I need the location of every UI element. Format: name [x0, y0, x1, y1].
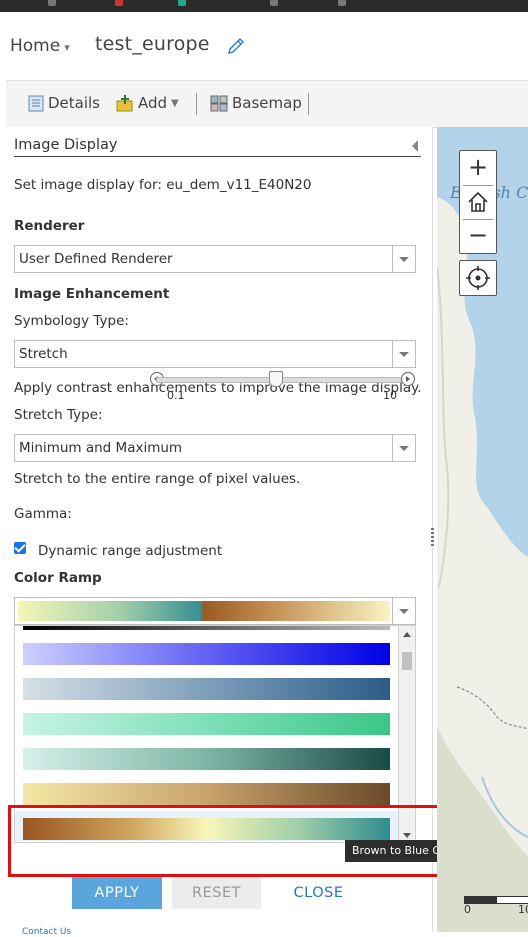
dropdown-arrow-icon: [392, 598, 415, 624]
set-display-for-text: Set image display for: eu_dem_v11_E40N20: [14, 177, 312, 193]
color-ramp-select[interactable]: [14, 597, 416, 625]
home-extent-button[interactable]: [460, 185, 496, 219]
dropdown-arrow-icon: [392, 246, 415, 272]
locate-icon: [466, 266, 490, 290]
toolbar-divider: [308, 93, 309, 115]
dropdown-arrow-icon: [392, 341, 415, 367]
stretch-type-value: Minimum and Maximum: [19, 440, 183, 456]
app-header: [0, 12, 528, 80]
add-label: Add: [138, 94, 168, 112]
image-enhancement-heading: Image Enhancement: [14, 286, 170, 302]
os-icon: [178, 0, 186, 6]
add-button[interactable]: Add ▼: [116, 94, 179, 112]
ramp-option[interactable]: [23, 626, 390, 630]
home-label: Home: [10, 36, 61, 56]
scroll-thumb[interactable]: [402, 652, 412, 670]
gamma-label: Gamma:: [14, 506, 72, 522]
os-icon: [115, 0, 123, 6]
renderer-value: User Defined Renderer: [19, 251, 173, 267]
details-icon: [28, 95, 44, 111]
os-title-bar: [0, 0, 528, 12]
os-icon: [338, 0, 346, 6]
symbology-type-label: Symbology Type:: [14, 313, 129, 329]
selected-ramp-swatch: [18, 601, 390, 621]
basemap-button[interactable]: Basemap: [210, 94, 302, 112]
stretch-type-label: Stretch Type:: [14, 407, 103, 423]
symbology-value: Stretch: [19, 346, 68, 362]
reset-button[interactable]: RESET: [172, 877, 261, 909]
add-layer-icon: [116, 94, 133, 111]
ramp-option[interactable]: [23, 713, 390, 735]
basemap-label: Basemap: [232, 94, 302, 112]
map-title: test_europe: [95, 33, 210, 55]
chevron-down-icon: ▼: [171, 97, 179, 109]
home-menu[interactable]: Home ▾: [10, 36, 70, 56]
panel-title: Image Display: [14, 137, 118, 153]
renderer-heading: Renderer: [14, 218, 85, 234]
os-icon: [270, 0, 278, 6]
details-label: Details: [48, 94, 101, 112]
dropdown-arrow-icon: [392, 435, 415, 461]
ramp-option[interactable]: [23, 748, 390, 770]
os-icon: [48, 0, 56, 6]
gamma-min-label: 0.1: [167, 389, 185, 402]
stretch-type-select[interactable]: Minimum and Maximum: [14, 434, 416, 462]
stretch-description: Stretch to the entire range of pixel val…: [14, 471, 301, 487]
home-icon: [468, 191, 488, 212]
ramp-option[interactable]: [23, 643, 390, 665]
gamma-max-label: 10: [383, 389, 397, 402]
contact-us-link[interactable]: Contact Us: [22, 927, 71, 937]
details-button[interactable]: Details: [28, 94, 100, 112]
scroll-up-icon[interactable]: [403, 632, 411, 637]
dynamic-range-label: Dynamic range adjustment: [38, 543, 223, 559]
zoom-control: + −: [459, 150, 497, 254]
color-ramp-heading: Color Ramp: [14, 570, 102, 586]
gamma-slider-thumb[interactable]: [269, 371, 283, 387]
edit-pencil-icon[interactable]: [226, 36, 246, 56]
symbology-type-select[interactable]: Stretch: [14, 340, 416, 368]
panel-resize-handle[interactable]: [431, 528, 434, 546]
renderer-select[interactable]: User Defined Renderer: [14, 245, 416, 273]
locate-button[interactable]: [459, 260, 497, 296]
map-toolbar: Details Add ▼ Basemap: [6, 80, 528, 128]
gamma-increase-icon[interactable]: [401, 372, 415, 386]
ramp-option[interactable]: [23, 678, 390, 700]
collapse-panel-icon[interactable]: [412, 140, 418, 152]
scale-start-label: 0: [464, 903, 471, 916]
apply-button[interactable]: APPLY: [72, 877, 162, 909]
ramp-option[interactable]: [23, 783, 390, 805]
zoom-out-button[interactable]: −: [460, 219, 496, 253]
scale-end-label: 10: [518, 903, 528, 916]
toolbar-divider: [196, 93, 197, 115]
title-divider: [14, 156, 421, 157]
chevron-down-icon: ▾: [64, 40, 70, 54]
close-button[interactable]: CLOSE: [276, 877, 361, 909]
basemap-icon: [210, 95, 228, 111]
zoom-in-button[interactable]: +: [460, 151, 496, 185]
dynamic-range-checkbox[interactable]: [14, 542, 26, 554]
